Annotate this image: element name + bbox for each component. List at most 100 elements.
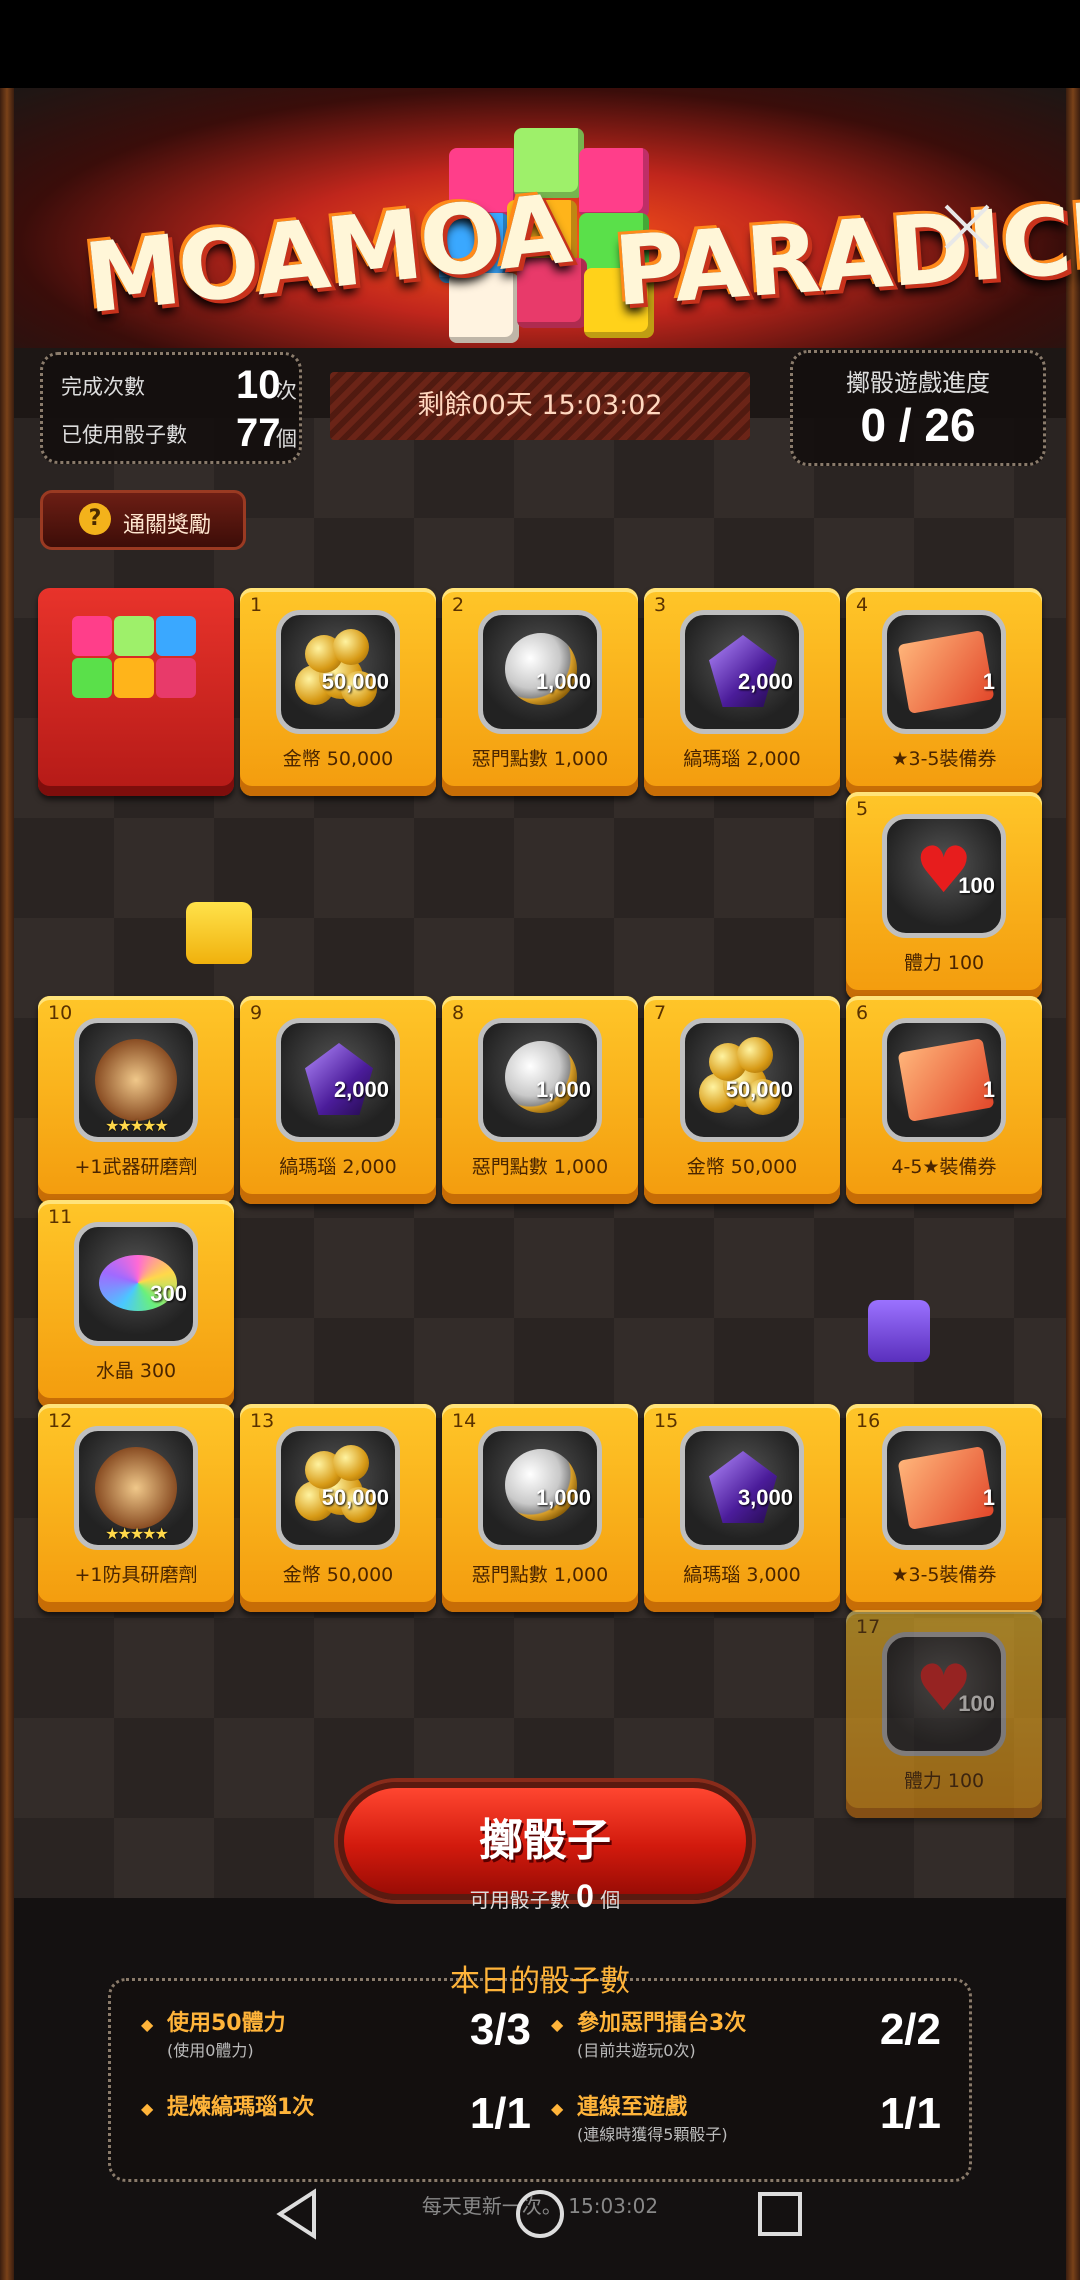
onyx-gem-icon: 2,000	[276, 1018, 400, 1142]
available-dice: 可用骰子數 0 個	[338, 1878, 752, 1915]
logo-paradice: PARADICE	[610, 180, 1080, 328]
tile-index: 6	[856, 1002, 869, 1024]
board-tile: 15 3,000 縞瑪瑙 3,000	[644, 1404, 840, 1612]
recents-icon[interactable]	[750, 2184, 810, 2244]
task-title: 使用50體力	[167, 2011, 286, 2036]
daily-dice-title: 本日的骰子數	[450, 1964, 630, 1999]
onyx-gem-icon: 3,000	[680, 1426, 804, 1550]
board-tile: 16 1 ★3-5裝備券	[846, 1404, 1042, 1612]
tile-quantity: 100	[958, 873, 995, 898]
tile-index: 16	[856, 1410, 881, 1432]
gold-coins-icon: 50,000	[276, 1426, 400, 1550]
tile-reward-name: 體力 100	[903, 1770, 985, 1792]
tile-index: 13	[250, 1410, 275, 1432]
stats-panel: 完成次數 10 次 已使用骰子數 77 個	[40, 352, 302, 464]
tile-quantity: 1	[982, 1077, 995, 1102]
completed-row: 完成次數 10 次	[61, 363, 297, 415]
tile-reward-name: 金幣 50,000	[686, 1156, 798, 1178]
available-dice-value: 0	[576, 1878, 594, 1914]
tile-quantity: 300	[150, 1281, 187, 1306]
tile-index: 4	[856, 594, 869, 616]
used-dice-unit: 個	[276, 427, 297, 451]
board-tile: 3 2,000 縞瑪瑙 2,000	[644, 588, 840, 796]
tile-quantity: 50,000	[321, 1485, 389, 1510]
progress-value: 0 / 26	[860, 399, 976, 451]
start-tile	[38, 588, 234, 796]
tile-quantity: 1,000	[535, 1485, 591, 1510]
roll-dice-label: 擲骰子	[479, 1815, 611, 1866]
home-icon[interactable]	[510, 2184, 570, 2244]
tile-index: 12	[48, 1410, 73, 1432]
heart-icon: ♥ 100	[882, 814, 1006, 938]
tile-index: 9	[250, 1002, 263, 1024]
diamond-bullet-icon: ◆	[551, 2099, 564, 2118]
task-title: 提煉縞瑪瑙1次	[167, 2095, 315, 2120]
diamond-bullet-icon: ◆	[551, 2015, 564, 2034]
silver-coin-icon: 1,000	[478, 610, 602, 734]
daily-task: ◆ 連線至遊戲 (連線時獲得5顆骰子) 1/1	[551, 2089, 941, 2159]
tile-reward-name: 體力 100	[903, 952, 985, 974]
tile-reward-name: 惡門點數 1,000	[471, 1156, 609, 1178]
board-tile: 11 300 水晶 300	[38, 1200, 234, 1408]
board-tile: 8 1,000 惡門點數 1,000	[442, 996, 638, 1204]
tile-reward-name: 惡門點數 1,000	[471, 748, 609, 770]
diamond-bullet-icon: ◆	[141, 2099, 154, 2118]
tile-index: 10	[48, 1002, 73, 1024]
tile-reward-name: 縞瑪瑙 2,000	[683, 748, 801, 770]
board-tile: 1 50,000 金幣 50,000	[240, 588, 436, 796]
task-count: 3/3	[469, 2005, 531, 2054]
tile-index: 11	[48, 1206, 73, 1228]
task-subtitle: (連線時獲得5顆骰子)	[577, 2125, 728, 2144]
system-nav-bar	[0, 2160, 1080, 2280]
board-tile: 2 1,000 惡門點數 1,000	[442, 588, 638, 796]
board-tile: 9 2,000 縞瑪瑙 2,000	[240, 996, 436, 1204]
tile-reward-name: 水晶 300	[95, 1360, 177, 1382]
tile-reward-name: +1武器研磨劑	[74, 1156, 198, 1178]
remaining-timer: 剩餘00天 15:03:02	[330, 372, 750, 440]
tile-index: 7	[654, 1002, 667, 1024]
dice-character-icon	[72, 606, 200, 756]
daily-dice-panel: ◆ 使用50體力 (使用0體力) 3/3 ◆ 參加惡門擂台3次 (目前共遊玩0次…	[108, 1978, 972, 2182]
silver-coin-icon: 1,000	[478, 1426, 602, 1550]
tile-reward-name: 惡門點數 1,000	[471, 1564, 609, 1586]
diamond-bullet-icon: ◆	[141, 2015, 154, 2034]
completed-value: 10	[236, 363, 281, 407]
frame-right	[1066, 88, 1080, 2280]
tile-reward-name: ★3-5裝備券	[891, 1564, 997, 1586]
back-icon[interactable]	[270, 2184, 330, 2244]
tile-reward-name: ★3-5裝備券	[891, 748, 997, 770]
tile-quantity: 100	[958, 1691, 995, 1716]
used-dice-row: 已使用骰子數 77 個	[61, 411, 297, 463]
tile-index: 17	[856, 1616, 881, 1638]
tile-quantity: 50,000	[321, 669, 389, 694]
progress-title: 擲骰遊戲進度	[846, 369, 990, 397]
tile-index: 3	[654, 594, 667, 616]
task-count: 2/2	[879, 2005, 941, 2054]
board-tile: 4 1 ★3-5裝備券	[846, 588, 1042, 796]
silver-coin-icon: 1,000	[478, 1018, 602, 1142]
board-tile: 5 ♥ 100 體力 100	[846, 792, 1042, 1000]
daily-task: ◆ 參加惡門擂台3次 (目前共遊玩0次) 2/2	[551, 2005, 941, 2075]
tile-quantity: 50,000	[725, 1077, 793, 1102]
tile-quantity: 1,000	[535, 1077, 591, 1102]
task-count: 1/1	[469, 2089, 531, 2138]
tile-reward-name: 縞瑪瑙 3,000	[683, 1564, 801, 1586]
equipment-ticket-icon: 1	[882, 1018, 1006, 1142]
task-subtitle: (目前共遊玩0次)	[577, 2041, 696, 2060]
gold-coins-icon: 50,000	[276, 610, 400, 734]
board-tile: 6 1 4-5★裝備券	[846, 996, 1042, 1204]
armor-polish-icon: ★★★★★	[74, 1426, 198, 1550]
crystal-icon: 300	[74, 1222, 198, 1346]
available-dice-unit: 個	[600, 1888, 621, 1912]
clear-reward-button[interactable]: ? 通關獎勵	[40, 490, 246, 550]
tile-quantity: 2,000	[333, 1077, 389, 1102]
close-icon[interactable]	[940, 200, 994, 254]
task-title: 參加惡門擂台3次	[577, 2011, 747, 2036]
star-rating: ★★★★★	[105, 1116, 169, 1135]
tile-index: 2	[452, 594, 465, 616]
board-tile: 13 50,000 金幣 50,000	[240, 1404, 436, 1612]
purple-dice-pawn	[868, 1300, 930, 1362]
star-rating: ★★★★★	[105, 1524, 169, 1543]
tile-reward-name: 金幣 50,000	[282, 1564, 394, 1586]
tile-reward-name: 金幣 50,000	[282, 748, 394, 770]
